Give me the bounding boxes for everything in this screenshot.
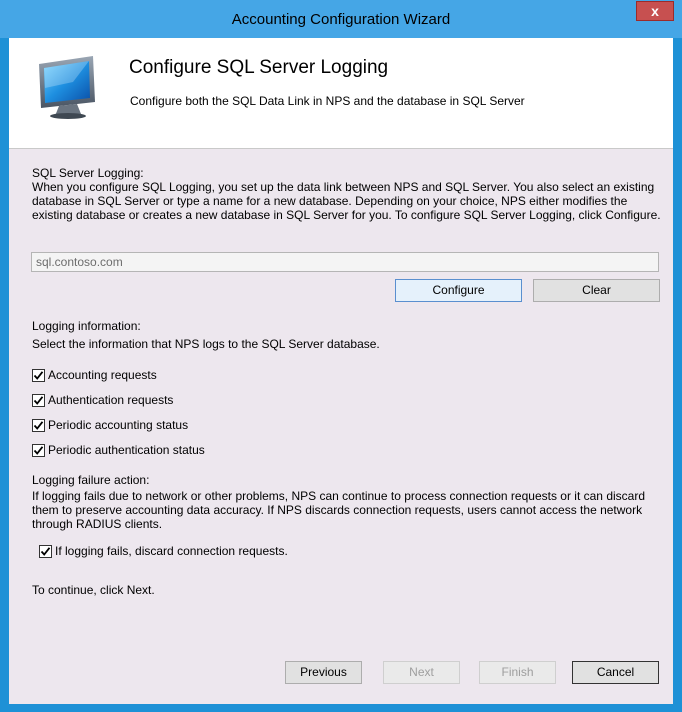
authentication-requests-checkbox[interactable] (32, 393, 45, 407)
title-bar[interactable]: Accounting Configuration Wizard x (0, 0, 682, 38)
periodic-accounting-status-checkbox[interactable] (32, 418, 45, 432)
check-icon (33, 445, 44, 455)
page-title: Configure SQL Server Logging (129, 57, 389, 78)
discard-requests-checkbox[interactable] (39, 544, 52, 558)
periodic-authentication-status-label: Periodic authentication status (48, 443, 205, 457)
check-icon (33, 420, 44, 430)
sql-logging-heading: SQL Server Logging: (32, 166, 144, 180)
clear-button[interactable]: Clear (533, 279, 660, 302)
previous-button[interactable]: Previous (285, 661, 362, 684)
wizard-client-area: Configure SQL Server Logging Configure b… (9, 38, 673, 704)
wizard-window: Accounting Configuration Wizard x Config… (0, 0, 682, 712)
accounting-requests-label: Accounting requests (48, 368, 157, 382)
accounting-requests-checkbox[interactable] (32, 368, 45, 382)
sql-server-field[interactable]: sql.contoso.com (31, 252, 659, 272)
continue-instruction: To continue, click Next. (32, 583, 155, 597)
check-icon (33, 395, 44, 405)
window-title: Accounting Configuration Wizard (231, 11, 451, 28)
sql-logging-description: When you configure SQL Logging, you set … (32, 180, 661, 222)
discard-requests-option[interactable]: If logging fails, discard connection req… (39, 543, 288, 559)
configure-button[interactable]: Configure (395, 279, 522, 302)
check-icon (33, 370, 44, 380)
logging-info-heading: Logging information: (32, 319, 141, 333)
page-subtitle: Configure both the SQL Data Link in NPS … (130, 94, 525, 108)
discard-requests-label: If logging fails, discard connection req… (55, 544, 288, 558)
periodic-accounting-status-label: Periodic accounting status (48, 418, 189, 432)
finish-button[interactable]: Finish (479, 661, 556, 684)
cancel-button[interactable]: Cancel (572, 661, 659, 684)
computer-monitor-icon (39, 56, 95, 119)
logging-info-description: Select the information that NPS logs to … (32, 337, 380, 351)
periodic-accounting-status-option[interactable]: Periodic accounting status (32, 417, 188, 433)
authentication-requests-label: Authentication requests (48, 393, 174, 407)
check-icon (40, 546, 51, 556)
accounting-requests-option[interactable]: Accounting requests (32, 367, 157, 383)
wizard-body: SQL Server Logging: When you configure S… (9, 149, 673, 704)
wizard-header: Configure SQL Server Logging Configure b… (9, 38, 673, 149)
authentication-requests-option[interactable]: Authentication requests (32, 392, 173, 408)
periodic-authentication-status-checkbox[interactable] (32, 443, 45, 457)
periodic-authentication-status-option[interactable]: Periodic authentication status (32, 442, 205, 458)
failure-action-heading: Logging failure action: (32, 473, 150, 487)
failure-action-description: If logging fails due to network or other… (32, 489, 645, 531)
close-button[interactable]: x (636, 1, 674, 21)
next-button[interactable]: Next (383, 661, 460, 684)
